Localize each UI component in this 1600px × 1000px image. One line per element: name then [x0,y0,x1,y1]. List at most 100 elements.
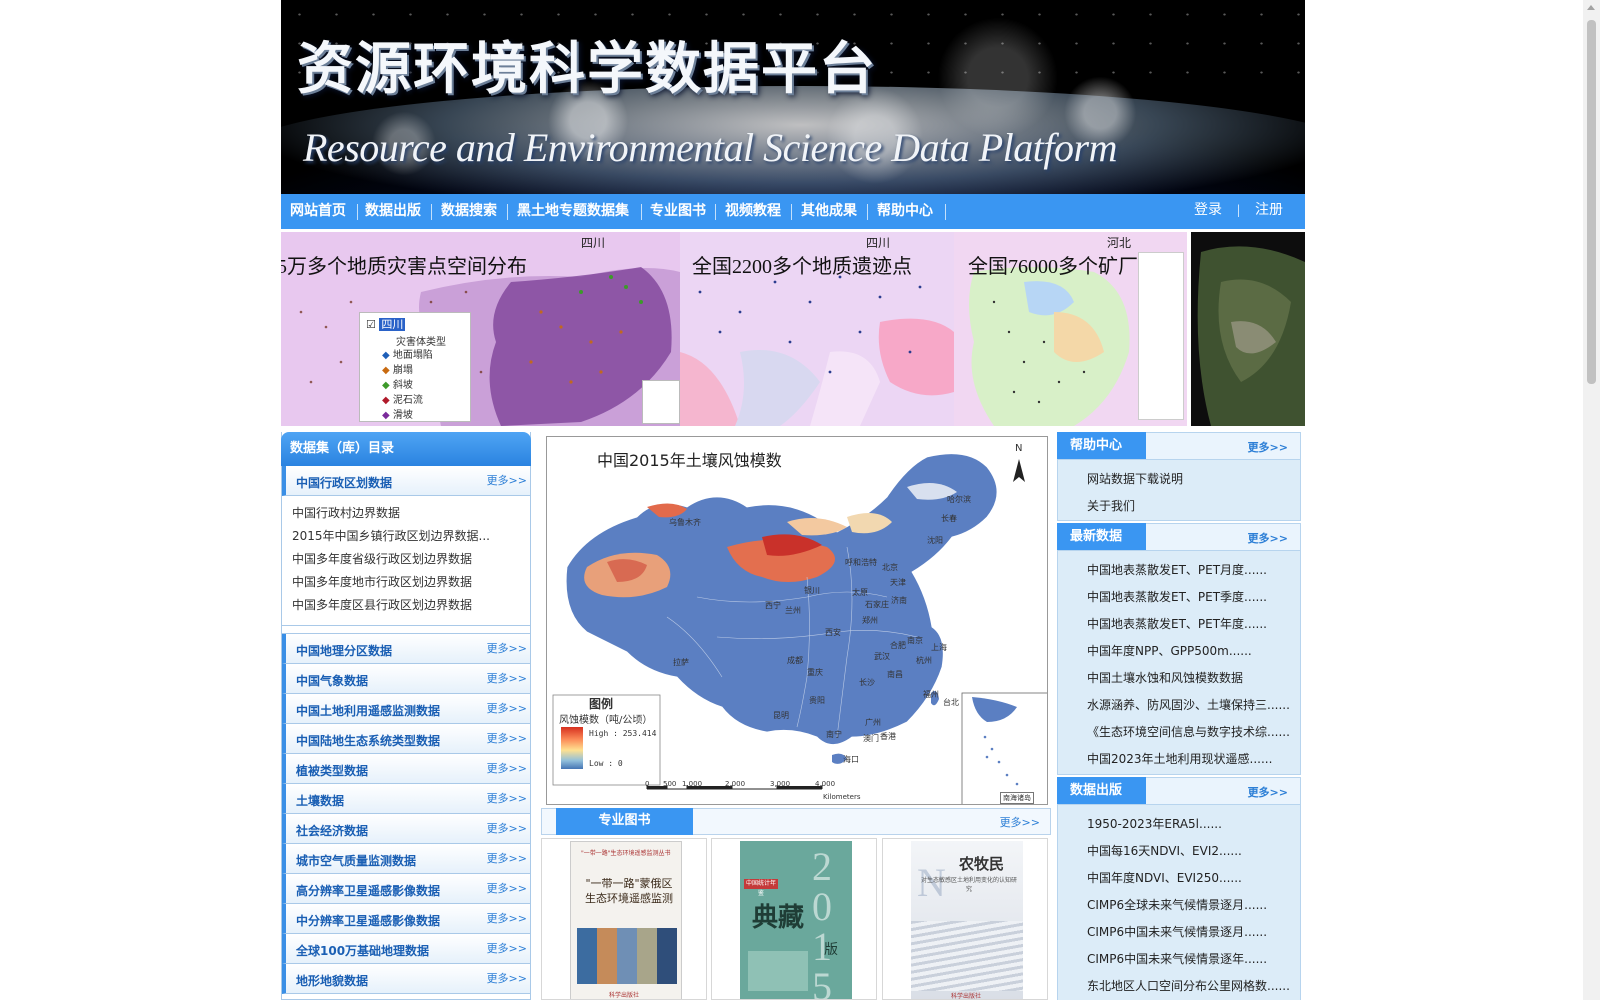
more-link[interactable]: 更多>> [487,970,527,986]
more-link[interactable]: 更多>> [487,670,527,686]
latest-item[interactable]: 中国年度NPP、GPP500m...... [1087,638,1300,665]
scrollbar-thumb[interactable] [1587,20,1596,384]
catalog-category-label[interactable]: 中国陆地生态系统类型数据 [296,732,440,749]
register-link[interactable]: 注册 [1255,194,1283,229]
book-cover[interactable]: N 农牧民 对生态敏感区土地利用变化的认知研究 科学出版社 [911,841,1023,999]
more-link[interactable]: 更多>> [487,790,527,806]
catalog-category[interactable]: 中国地理分区数据 更多>> [282,634,530,664]
legend-low: Low : 0 [589,759,623,768]
catalog-category[interactable]: 植被类型数据 更多>> [282,754,530,784]
book-card[interactable]: 中国统计年鉴 典藏 2015 版 [711,838,877,1000]
scroll-up-icon[interactable] [1587,5,1595,10]
latest-item[interactable]: 中国2023年土地利用现状遥感...... [1087,746,1300,773]
nav-video[interactable]: 视频教程 [725,194,781,229]
page-scrollbar[interactable] [1583,0,1600,1000]
publish-item[interactable]: 中国每16天NDVI、EVI2...... [1087,838,1300,865]
book-cover[interactable]: "一带一路"生态环境遥感监测丛书 "一带一路"蒙俄区 生态环境遥感监测 科学出版… [570,841,682,999]
more-link[interactable]: 更多>> [487,640,527,656]
slide-mines[interactable]: 河北 全国76000多个矿厂 [954,232,1187,426]
catalog-category[interactable]: 中国陆地生态系统类型数据 更多>> [282,724,530,754]
more-link[interactable]: 更多>> [487,940,527,956]
nav-help[interactable]: 帮助中心 [877,194,933,229]
tab-help[interactable]: 帮助中心 [1057,432,1146,459]
latest-item[interactable]: 水源涵养、防风固沙、土壤保持三...... [1087,692,1300,719]
help-item[interactable]: 关于我们 [1087,493,1300,520]
nav-books[interactable]: 专业图书 [650,194,706,229]
catalog-category-label[interactable]: 植被类型数据 [296,762,368,779]
catalog-category[interactable]: 中国土地利用遥感监测数据 更多>> [282,694,530,724]
latest-item[interactable]: 中国地表蒸散发ET、PET月度...... [1087,557,1300,584]
publish-item[interactable]: 中国年度NDVI、EVI250...... [1087,865,1300,892]
catalog-subitem[interactable]: 中国多年度区县行政区划边界数据 [292,594,530,617]
slide-satellite[interactable] [1191,232,1305,426]
latest-item[interactable]: 中国地表蒸散发ET、PET年度...... [1087,611,1300,638]
catalog-category-label[interactable]: 中国气象数据 [296,672,368,689]
nav-home[interactable]: 网站首页 [290,194,346,229]
more-link[interactable]: 更多>> [1248,530,1288,546]
catalog-category-label[interactable]: 土壤数据 [296,792,344,809]
catalog-category-label[interactable]: 地形地貌数据 [296,972,368,989]
tab-latest-data[interactable]: 最新数据 [1057,523,1146,550]
more-link[interactable]: 更多>> [487,700,527,716]
nav-divider [791,204,792,220]
catalog-subitem[interactable]: 中国行政村边界数据 [292,502,530,525]
nav-black-soil[interactable]: 黑土地专题数据集 [517,194,629,229]
catalog-category-label[interactable]: 中分辨率卫星遥感影像数据 [296,912,440,929]
nav-data-search[interactable]: 数据搜索 [441,194,497,229]
publish-item[interactable]: CIMP6中国未来气候情景逐年...... [1087,946,1300,973]
catalog-category[interactable]: 土壤数据 更多>> [282,784,530,814]
catalog-category[interactable]: 中分辨率卫星遥感影像数据 更多>> [282,904,530,934]
book-cover-waves [911,921,1023,991]
catalog-category-label[interactable]: 中国行政区划数据 [296,474,392,491]
more-link[interactable]: 更多>> [487,880,527,896]
latest-item[interactable]: 中国地表蒸散发ET、PET季度...... [1087,584,1300,611]
catalog-category[interactable]: 全球100万基础地理数据 更多>> [282,934,530,964]
catalog-category[interactable]: 城市空气质量监测数据 更多>> [282,844,530,874]
help-item[interactable]: 网站数据下载说明 [1087,466,1300,493]
slide-geoheritage[interactable]: 四川 全国2200多个地质遗迹点 [680,232,954,426]
catalog-subitem[interactable]: 中国多年度省级行政区划边界数据 [292,548,530,571]
book-card[interactable]: N 农牧民 对生态敏感区土地利用变化的认知研究 科学出版社 [882,838,1048,1000]
catalog-category-label[interactable]: 社会经济数据 [296,822,368,839]
tab-data-publish[interactable]: 数据出版 [1057,777,1146,804]
tab-books[interactable]: 专业图书 [556,808,693,835]
latest-item[interactable]: 《生态环境空间信息与数字技术综...... [1087,719,1300,746]
catalog-category-label[interactable]: 高分辨率卫星遥感影像数据 [296,882,440,899]
publish-item[interactable]: CIMP6全球未来气候情景逐月...... [1087,892,1300,919]
more-link[interactable]: 更多>> [487,472,527,488]
more-link[interactable]: 更多>> [1248,784,1288,800]
featured-map[interactable]: 中国2015年土壤风蚀模数 N 图例 风蚀模数（吨/公顷） High : 253… [546,436,1048,805]
book-cover[interactable]: 中国统计年鉴 典藏 2015 版 [740,841,852,999]
legend-selected: 四川 [379,318,406,331]
nav-other[interactable]: 其他成果 [801,194,857,229]
publish-item[interactable]: 1950-2023年ERA5l...... [1087,811,1300,838]
catalog-subitem[interactable]: 2015年中国乡镇行政区划边界数据... [292,525,530,548]
slide-geohazard[interactable]: 四川 5万多个地质灾害点空间分布 ☑ 四川 灾害体类型 ◆ 地面塌陷 ◆ 崩塌 … [281,232,680,426]
more-link[interactable]: 更多>> [487,910,527,926]
catalog-category[interactable]: 社会经济数据 更多>> [282,814,530,844]
catalog-category[interactable]: 高分辨率卫星遥感影像数据 更多>> [282,874,530,904]
more-link[interactable]: 更多>> [487,850,527,866]
catalog-category-label[interactable]: 城市空气质量监测数据 [296,852,416,869]
catalog-category-label[interactable]: 中国土地利用遥感监测数据 [296,702,440,719]
catalog-category[interactable]: 中国气象数据 更多>> [282,664,530,694]
more-link[interactable]: 更多>> [487,760,527,776]
publish-item[interactable]: 东北地区人口空间分布公里网格数...... [1087,973,1300,1000]
latest-item[interactable]: 中国土壤水蚀和风蚀模数数据 [1087,665,1300,692]
catalog-category[interactable]: 中国行政区划数据 更多>> [282,466,530,496]
more-link[interactable]: 更多>> [487,820,527,836]
city-label: 合肥 [890,641,906,650]
more-link[interactable]: 更多>> [1248,439,1288,455]
catalog-subitem[interactable]: 中国多年度地市行政区划边界数据 [292,571,530,594]
catalog-category-label[interactable]: 全球100万基础地理数据 [296,942,429,959]
nav-data-publish[interactable]: 数据出版 [365,194,421,229]
book-card[interactable]: "一带一路"生态环境遥感监测丛书 "一带一路"蒙俄区 生态环境遥感监测 科学出版… [541,838,707,1000]
catalog-category[interactable]: 地形地貌数据 更多>> [282,964,530,994]
catalog-title: 数据集（库）目录 [281,432,531,466]
slide-carousel[interactable]: 四川 5万多个地质灾害点空间分布 ☑ 四川 灾害体类型 ◆ 地面塌陷 ◆ 崩塌 … [281,232,1305,426]
login-link[interactable]: 登录 [1194,194,1222,229]
publish-item[interactable]: CIMP6中国未来气候情景逐月...... [1087,919,1300,946]
more-link[interactable]: 更多>> [487,730,527,746]
catalog-category-label[interactable]: 中国地理分区数据 [296,642,392,659]
more-link[interactable]: 更多>> [1000,814,1040,830]
